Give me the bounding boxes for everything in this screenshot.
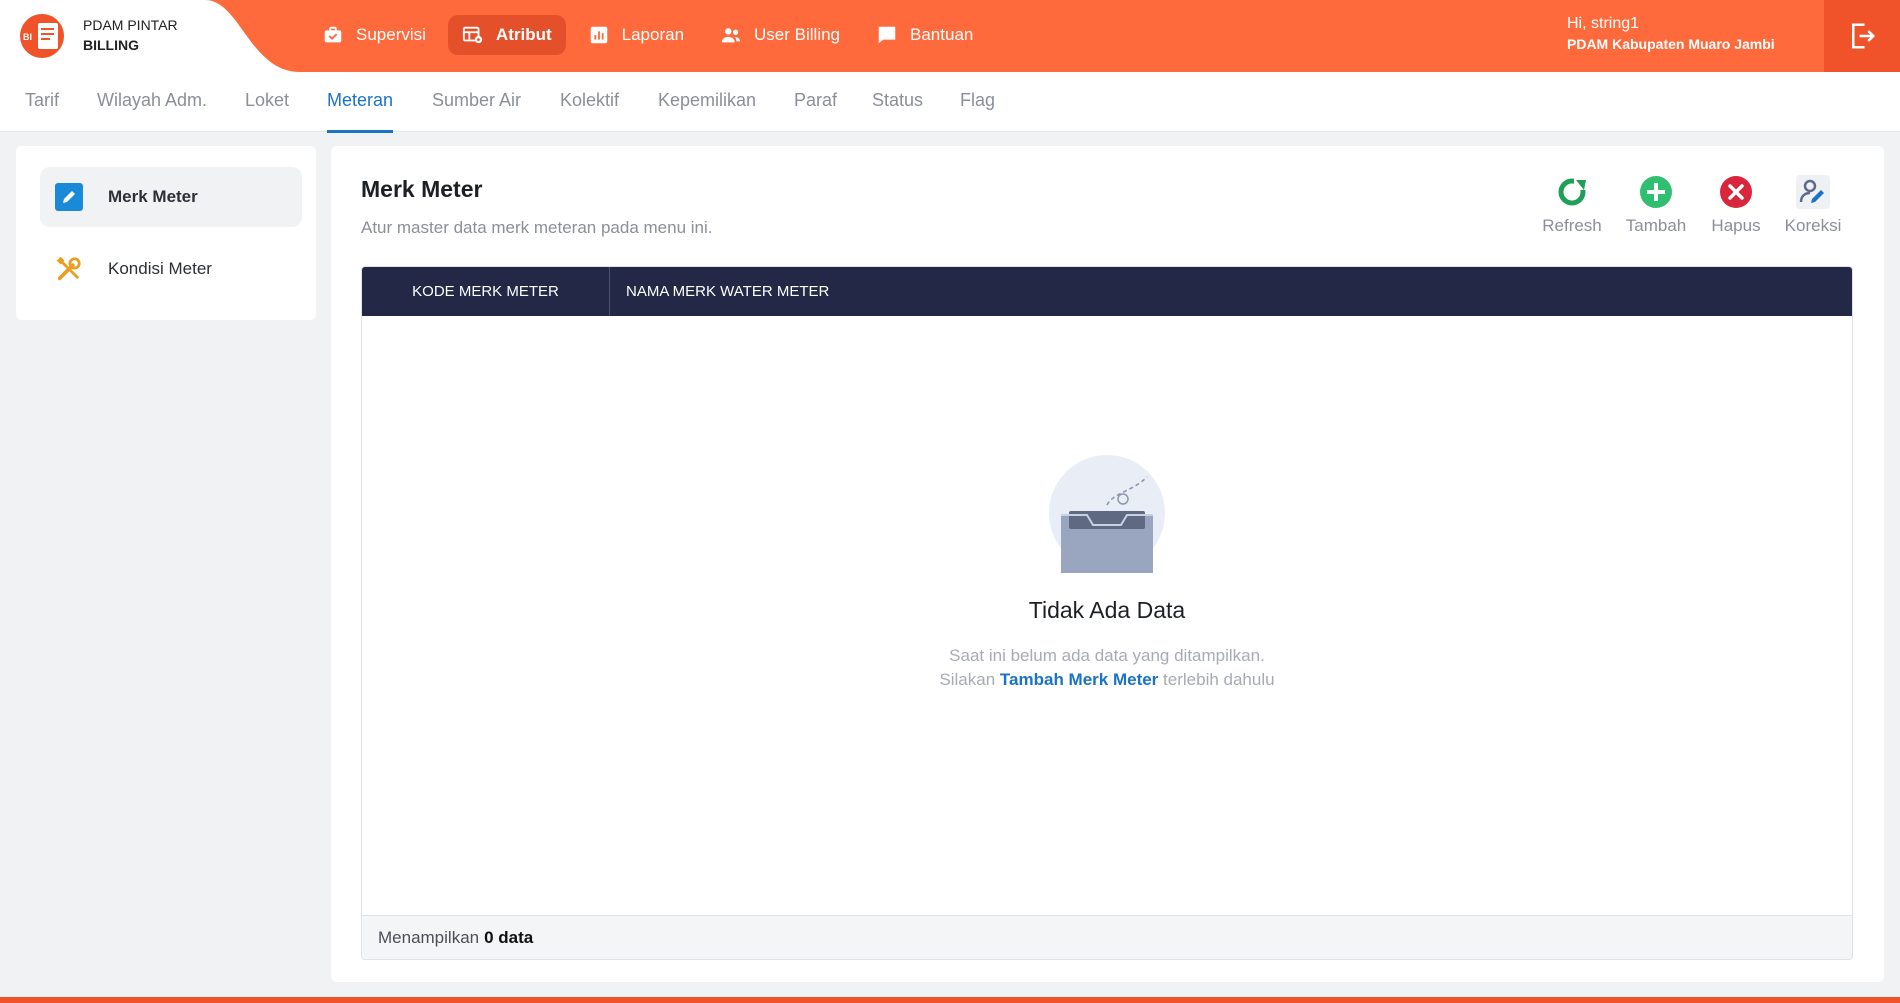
tab-paraf[interactable]: Paraf [794,90,837,111]
tab-kepemilikan[interactable]: Kepemilikan [658,90,756,111]
record-count: 0 data [484,927,534,947]
user-edit-icon [1795,174,1831,210]
close-circle-icon [1718,174,1754,210]
chat-bubble-icon [878,26,896,44]
page-title: Merk Meter [361,176,483,202]
empty-line-1: Saat ini belum ada data yang ditampilkan… [949,646,1265,665]
footer-prefix: Menampilkan [378,927,480,947]
nav-label: Supervisi [356,25,426,44]
column-header-kode[interactable]: KODE MERK METER [362,267,610,316]
hapus-label: Hapus [1711,216,1761,235]
tab-wilayah-adm[interactable]: Wilayah Adm. [97,90,207,111]
bottom-accent-bar [0,997,1900,1003]
sidebar: Merk Meter Kondisi Meter [16,146,316,320]
table-cog-icon [462,26,483,44]
tools-icon [55,255,83,283]
attribute-tabs: Tarif Wilayah Adm. Loket Meteran Sumber … [0,72,1900,133]
tambah-button[interactable]: Tambah [1620,174,1692,236]
empty-line-2-suffix: terlebih dahulu [1163,670,1275,689]
logout-icon [1852,23,1876,49]
koreksi-label: Koreksi [1784,216,1842,235]
empty-description: Saat ini belum ada data yang ditampilkan… [362,644,1852,692]
main-nav: Supervisi Atribut Laporan User Billing B… [308,15,987,55]
refresh-button[interactable]: Refresh [1536,174,1608,236]
tab-status[interactable]: Status [872,90,923,111]
empty-line-2-prefix: Silakan [939,670,996,689]
plus-circle-icon [1638,174,1674,210]
bar-chart-icon [590,26,607,44]
empty-inbox-icon [1049,455,1165,573]
brand-line-2: BILLING [83,37,139,53]
tab-loket[interactable]: Loket [245,90,289,111]
nav-item-user-billing[interactable]: User Billing [706,15,854,55]
sidebar-item-label: Kondisi Meter [108,259,212,278]
add-merk-meter-link[interactable]: Tambah Merk Meter [1000,670,1158,689]
users-icon [721,28,741,43]
tab-meteran[interactable]: Meteran [327,90,394,133]
app-logo-icon: BI [14,12,70,60]
nav-item-laporan[interactable]: Laporan [574,15,698,55]
brand: BI PDAM PINTAR BILLING [0,0,300,72]
nav-item-atribut[interactable]: Atribut [447,15,566,55]
user-organization: PDAM Kabupaten Muaro Jambi [1567,36,1775,52]
tab-sumber-air[interactable]: Sumber Air [432,90,521,111]
koreksi-button[interactable]: Koreksi [1777,174,1849,236]
nav-label: Atribut [495,25,552,44]
tambah-label: Tambah [1625,216,1687,235]
logo-badge-text: BI [23,32,32,42]
logout-button[interactable] [1824,0,1900,72]
refresh-label: Refresh [1542,216,1602,235]
table-footer: Menampilkan 0 data [362,915,1852,959]
briefcase-check-icon [324,26,342,43]
top-bar: BI PDAM PINTAR BILLING Supervisi Atribut… [0,0,1900,72]
brand-line-1: PDAM PINTAR [83,17,178,33]
tab-tarif[interactable]: Tarif [25,90,59,111]
pencil-icon [55,183,83,211]
empty-title: Tidak Ada Data [1028,597,1186,623]
nav-label: Bantuan [910,25,974,44]
refresh-icon [1554,174,1590,210]
nav-label: Laporan [621,25,685,44]
nav-item-supervisi[interactable]: Supervisi [308,15,440,55]
data-table: KODE MERK METER NAMA MERK WATER METER Ti… [361,266,1853,960]
sidebar-item-merk-meter[interactable]: Merk Meter [40,167,302,227]
empty-state: Tidak Ada Data Saat ini belum ada data y… [362,453,1852,692]
tab-flag[interactable]: Flag [960,90,995,111]
user-greeting: Hi, string1 [1567,15,1640,32]
tab-kolektif[interactable]: Kolektif [560,90,619,111]
sidebar-item-label: Merk Meter [108,187,198,206]
page-subtitle: Atur master data merk meteran pada menu … [361,218,713,237]
column-header-nama[interactable]: NAMA MERK WATER METER [626,267,829,316]
brand-title: PDAM PINTAR BILLING [83,15,178,55]
user-info: Hi, string1 PDAM Kabupaten Muaro Jambi [1567,14,1775,54]
hapus-button[interactable]: Hapus [1700,174,1772,236]
sidebar-item-kondisi-meter[interactable]: Kondisi Meter [40,239,302,299]
empty-line-2: Silakan Tambah Merk Meter terlebih dahul… [362,668,1852,692]
nav-item-bantuan[interactable]: Bantuan [862,15,987,55]
main-panel: Merk Meter Atur master data merk meteran… [331,146,1884,982]
nav-label: User Billing [754,25,841,44]
table-header: KODE MERK METER NAMA MERK WATER METER [362,267,1852,316]
